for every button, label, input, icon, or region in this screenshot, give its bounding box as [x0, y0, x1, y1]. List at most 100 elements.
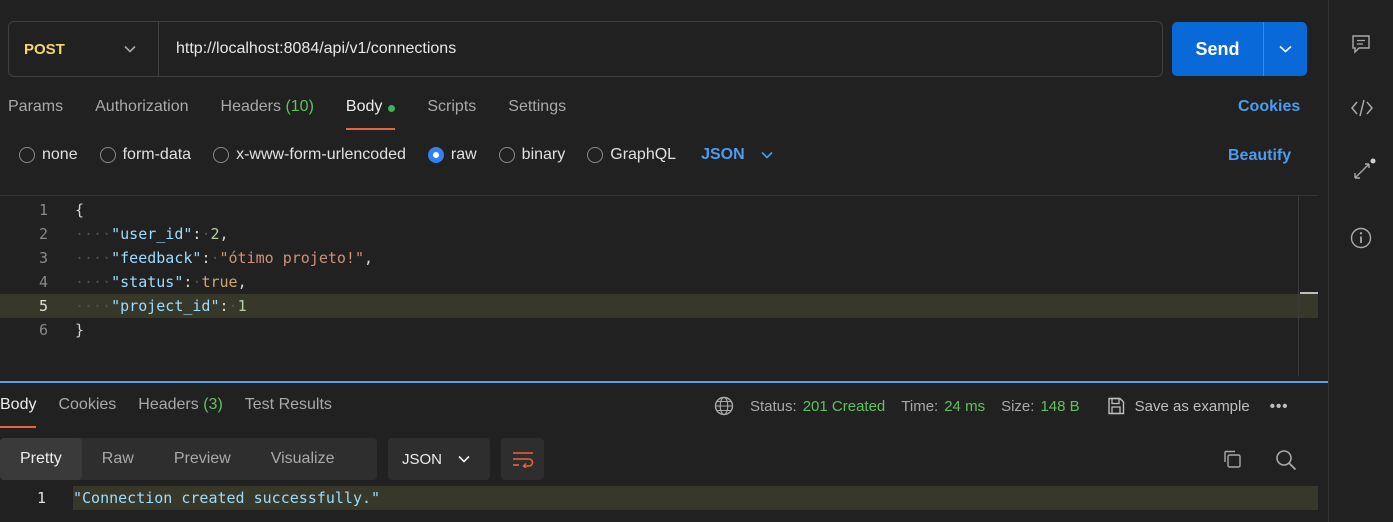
- json-value: true: [201, 273, 238, 291]
- radio-raw[interactable]: raw: [427, 146, 477, 164]
- tab-authorization[interactable]: Authorization: [95, 98, 188, 130]
- time-value[interactable]: 24 ms: [944, 398, 985, 415]
- response-status-bar: Status: 201 Created Time: 24 ms Size: 148 B…: [714, 396, 1288, 416]
- size-label: Size:: [1001, 397, 1035, 415]
- method-label: POST: [24, 40, 65, 58]
- code-text: ····"feedback":·"ótimo projeto!",: [75, 249, 374, 267]
- send-button[interactable]: Send: [1172, 22, 1264, 76]
- brace: {: [75, 201, 85, 219]
- radio-circle-icon: [99, 147, 116, 163]
- json-key: "user_id": [111, 225, 193, 243]
- tab-scripts[interactable]: Scripts: [427, 98, 476, 130]
- editor-line: 2 ····"user_id":·2,: [0, 222, 1300, 246]
- modified-dot-icon: [388, 105, 396, 112]
- method-select[interactable]: POST: [9, 22, 159, 76]
- wrap-lines-icon: [512, 452, 533, 468]
- editor-line-current: 5 ····"project_id":·1: [0, 294, 1318, 318]
- code-icon[interactable]: [1350, 97, 1374, 119]
- info-icon[interactable]: [1350, 227, 1372, 249]
- raw-format-select[interactable]: JSON: [701, 146, 773, 164]
- copy-icon[interactable]: [1222, 449, 1242, 469]
- related-collections-icon[interactable]: [1350, 158, 1376, 184]
- tab-body[interactable]: Body: [345, 98, 396, 130]
- editor-line: 3 ····"feedback":·"ótimo projeto!",: [0, 246, 1300, 270]
- radio-circle-icon: [213, 147, 230, 163]
- wrap-lines-button[interactable]: [501, 438, 544, 480]
- line-number: 2: [38, 225, 48, 243]
- search-icon[interactable]: [1275, 449, 1297, 471]
- radio-none[interactable]: none: [19, 146, 78, 164]
- editor-line: 1 {: [0, 198, 1300, 222]
- radio-selected-icon: [427, 147, 444, 163]
- view-visualize-button[interactable]: Visualize: [251, 438, 355, 480]
- editor-line: 6 }: [0, 318, 1300, 342]
- radio-urlencoded[interactable]: x-www-form-urlencoded: [213, 146, 406, 164]
- radio-label: form-data: [122, 146, 192, 163]
- response-tab-test-results[interactable]: Test Results: [245, 396, 332, 428]
- response-tab-cookies[interactable]: Cookies: [58, 396, 116, 428]
- response-body-text[interactable]: "Connection created successfully.": [73, 486, 1318, 510]
- size-value[interactable]: 148 B: [1040, 398, 1079, 415]
- code-text: {: [75, 198, 84, 222]
- line-number: 5: [38, 297, 48, 315]
- save-icon: [1107, 397, 1124, 415]
- json-value: "ótimo projeto!": [219, 249, 365, 267]
- radio-label: raw: [450, 146, 477, 163]
- brace: }: [75, 321, 85, 339]
- globe-icon[interactable]: [714, 396, 734, 416]
- panel-divider[interactable]: [0, 381, 1328, 383]
- chevron-down-icon: [761, 151, 773, 159]
- comment-icon[interactable]: [1350, 33, 1372, 55]
- response-tabs: Body Cookies Headers (3) Test Results: [0, 396, 354, 428]
- radio-label: none: [42, 146, 78, 163]
- radio-form-data[interactable]: form-data: [99, 146, 192, 164]
- save-as-example-button[interactable]: Save as example: [1106, 396, 1250, 416]
- line-number: 1: [38, 201, 48, 219]
- status-value[interactable]: 201 Created: [803, 398, 886, 415]
- radio-label: GraphQL: [610, 146, 677, 163]
- scrollbar-cursor-marker: [1300, 292, 1318, 294]
- code-text: ····"user_id":·2,: [75, 225, 229, 243]
- tab-settings[interactable]: Settings: [508, 98, 566, 130]
- editor-scrollbar[interactable]: [1298, 196, 1299, 376]
- url-bar: POST http://localhost:8084/api/v1/connec…: [8, 21, 1163, 77]
- send-dropdown-button[interactable]: [1264, 22, 1307, 76]
- response-format-label: JSON: [402, 450, 443, 468]
- chevron-down-icon: [124, 45, 136, 53]
- radio-binary[interactable]: binary: [498, 146, 565, 164]
- radio-graphql[interactable]: GraphQL: [587, 146, 676, 164]
- radio-label: x-www-form-urlencoded: [236, 146, 406, 163]
- response-body-line: 1 "Connection created successfully.": [0, 486, 1318, 510]
- save-as-example-label: Save as example: [1134, 397, 1250, 415]
- chevron-down-icon: [1279, 45, 1292, 53]
- tab-params[interactable]: Params: [8, 98, 63, 130]
- line-number: 6: [38, 321, 48, 339]
- more-options-icon[interactable]: •••: [1270, 398, 1289, 415]
- headers-count: (10): [285, 98, 314, 115]
- response-headers-count: (3): [203, 396, 223, 413]
- radio-circle-icon: [498, 147, 515, 163]
- radio-circle-icon: [587, 147, 604, 163]
- view-raw-button[interactable]: Raw: [82, 438, 154, 480]
- request-tabs: Params Authorization Headers (10) Body S…: [8, 98, 598, 130]
- send-group: Send: [1172, 22, 1307, 76]
- cookies-link[interactable]: Cookies: [1238, 98, 1300, 116]
- beautify-button[interactable]: Beautify: [1228, 147, 1291, 165]
- tab-body-label: Body: [345, 98, 383, 115]
- line-number: 4: [38, 273, 48, 291]
- url-input[interactable]: http://localhost:8084/api/v1/connections: [176, 40, 456, 58]
- view-preview-button[interactable]: Preview: [154, 438, 251, 480]
- tab-headers[interactable]: Headers (10): [221, 98, 314, 130]
- request-body-editor[interactable]: 1 { 2 ····"user_id":·2, 3 ····"feedback"…: [0, 195, 1318, 376]
- chevron-down-icon: [458, 455, 470, 463]
- radio-circle-icon: [19, 147, 35, 163]
- json-key: "project_id": [111, 297, 220, 315]
- response-format-select[interactable]: JSON: [388, 438, 490, 480]
- json-key: "status": [111, 273, 184, 291]
- response-tab-body[interactable]: Body: [0, 396, 37, 428]
- response-tab-headers[interactable]: Headers (3): [138, 396, 223, 428]
- view-pretty-button[interactable]: Pretty: [0, 438, 82, 480]
- raw-format-label: JSON: [701, 146, 745, 163]
- right-sidebar: [1328, 0, 1393, 522]
- json-key: "feedback": [111, 249, 202, 267]
